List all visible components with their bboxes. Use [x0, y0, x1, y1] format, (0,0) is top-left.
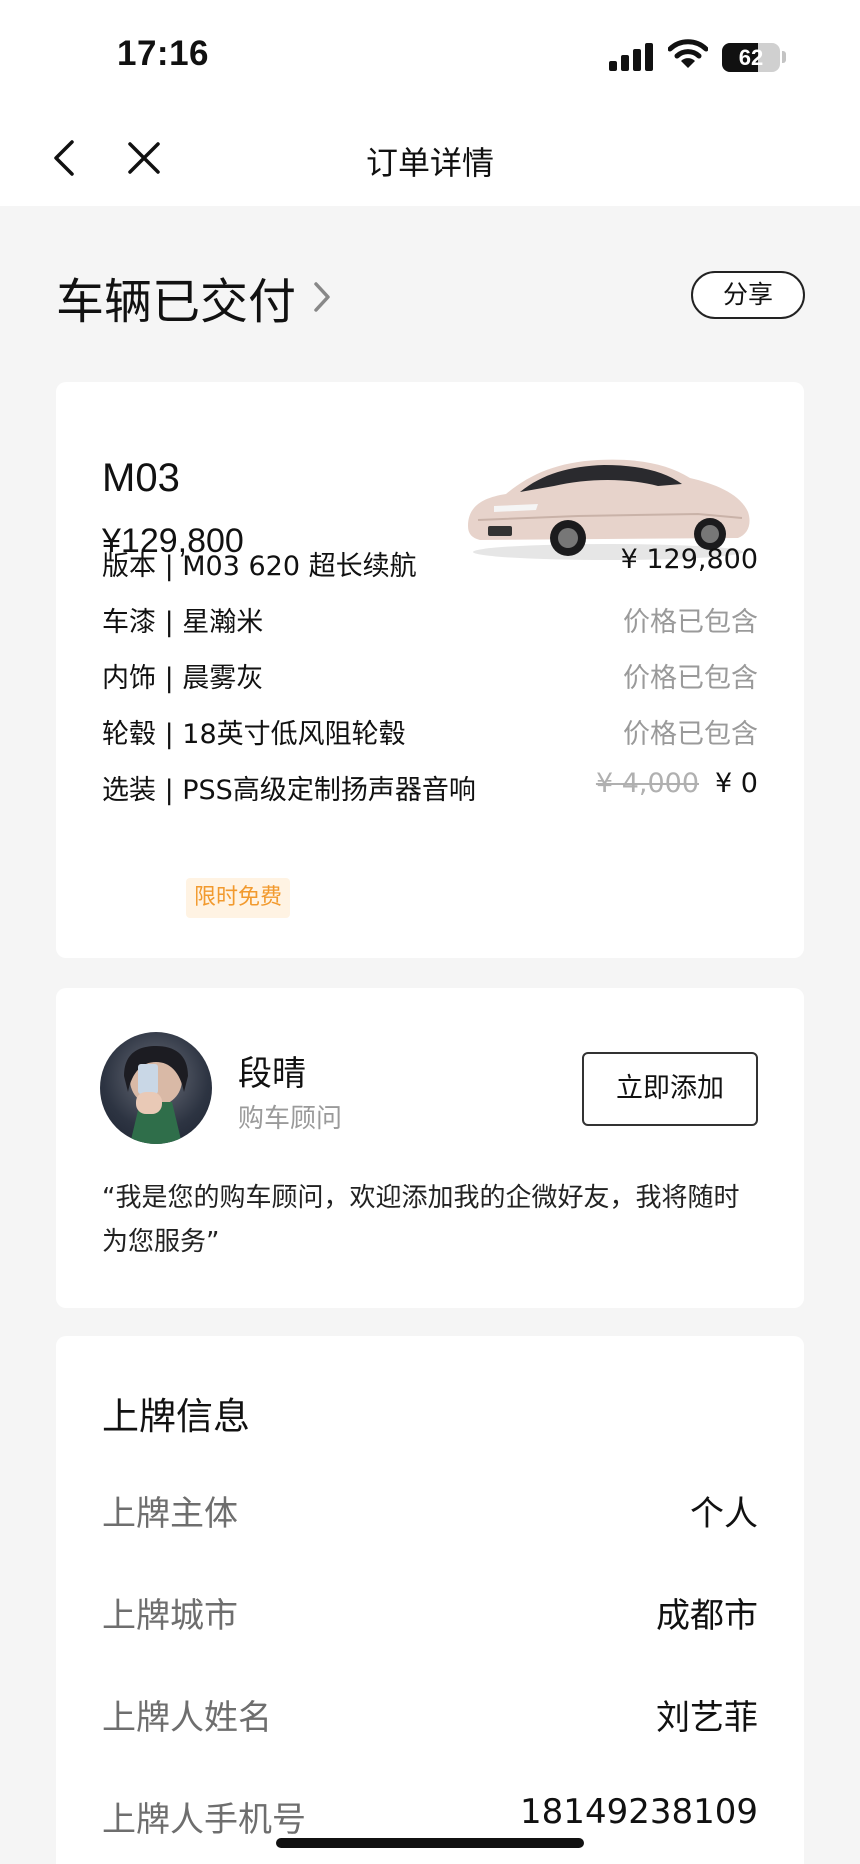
add-advisor-button[interactable]: 立即添加: [582, 1052, 758, 1126]
share-button[interactable]: 分享: [691, 271, 805, 319]
plate-info-title: 上牌信息: [102, 1395, 250, 1438]
spec-label: 版本 | M03 620 超长续航: [102, 551, 417, 582]
chevron-right-icon: [314, 282, 330, 312]
spec-value: 价格已包含: [623, 663, 758, 694]
model-name: M03: [102, 456, 180, 500]
status-time: 17:16: [117, 34, 210, 73]
order-status-text: 车辆已交付: [56, 274, 297, 330]
order-detail-page: 17:16 62 订单详情 车辆已交付 分享 M03 ¥129,800 版本 |…: [0, 0, 860, 1864]
plate-row-phone: 上牌人手机号 18149238109: [102, 1792, 758, 1842]
plate-value: 18149238109: [520, 1792, 758, 1832]
plate-label: 上牌城市: [102, 1596, 238, 1636]
spec-value: 价格已包含: [623, 719, 758, 750]
avatar-portrait: [124, 1046, 188, 1144]
advisor-quote: “我是您的购车顾问，欢迎添加我的企微好友，我将随时为您服务”: [102, 1183, 740, 1257]
plate-label: 上牌主体: [102, 1494, 238, 1534]
spec-value: 价格已包含: [623, 607, 758, 638]
spec-row-interior: 内饰 | 晨雾灰 价格已包含: [102, 656, 758, 696]
battery-icon: 62: [722, 43, 780, 72]
plate-info-card: 上牌信息 上牌主体 个人 上牌城市 成都市 上牌人姓名 刘艺菲 上牌人手机号 1…: [56, 1336, 804, 1864]
advisor-role: 购车顾问: [238, 1104, 343, 1134]
spec-row-option: 选装 | PSS高级定制扬声器音响 ¥ 4,000 ¥ 0: [102, 768, 758, 808]
plate-row-city: 上牌城市 成都市: [102, 1588, 758, 1638]
plate-label: 上牌人手机号: [102, 1800, 306, 1840]
spec-value: ¥ 0: [715, 768, 758, 799]
plate-label: 上牌人姓名: [102, 1698, 272, 1738]
plate-value: 刘艺菲: [656, 1698, 758, 1738]
avatar[interactable]: [100, 1032, 212, 1144]
spec-row-paint: 车漆 | 星瀚米 价格已包含: [102, 600, 758, 640]
spec-label: 选装 | PSS高级定制扬声器音响: [102, 775, 476, 806]
battery-cap: [782, 51, 786, 63]
plate-row-name: 上牌人姓名 刘艺菲: [102, 1690, 758, 1740]
order-status-link[interactable]: 车辆已交付: [56, 262, 334, 332]
cellular-signal-icon: [609, 43, 655, 71]
home-indicator: [276, 1838, 584, 1848]
spec-label: 车漆 | 星瀚米: [102, 607, 264, 638]
nav-bar: 订单详情: [0, 110, 860, 206]
spec-row-wheels: 轮毂 | 18英寸低风阻轮毂 价格已包含: [102, 712, 758, 752]
spec-value: ¥ 129,800: [620, 544, 758, 575]
spec-row-version: 版本 | M03 620 超长续航 ¥ 129,800: [102, 544, 758, 584]
vehicle-card: M03 ¥129,800 版本 | M03 620 超长续航 ¥ 129,800…: [56, 382, 804, 958]
advisor-card: 段晴 购车顾问 立即添加 “我是您的购车顾问，欢迎添加我的企微好友，我将随时为您…: [56, 988, 804, 1308]
spec-label: 内饰 | 晨雾灰: [102, 663, 264, 694]
wifi-icon: [668, 39, 708, 68]
plate-value: 个人: [690, 1494, 758, 1534]
plate-row-owner-type: 上牌主体 个人: [102, 1486, 758, 1536]
page-title: 订单详情: [365, 144, 494, 182]
status-bar: 17:16 62: [0, 0, 860, 110]
battery-percentage: 62: [738, 45, 764, 70]
original-price: ¥ 4,000: [595, 768, 699, 799]
spec-label: 轮毂 | 18英寸低风阻轮毂: [102, 719, 406, 750]
plate-value: 成都市: [656, 1596, 758, 1636]
advisor-name: 段晴: [238, 1054, 306, 1094]
free-badge: 限时免费: [186, 878, 291, 918]
